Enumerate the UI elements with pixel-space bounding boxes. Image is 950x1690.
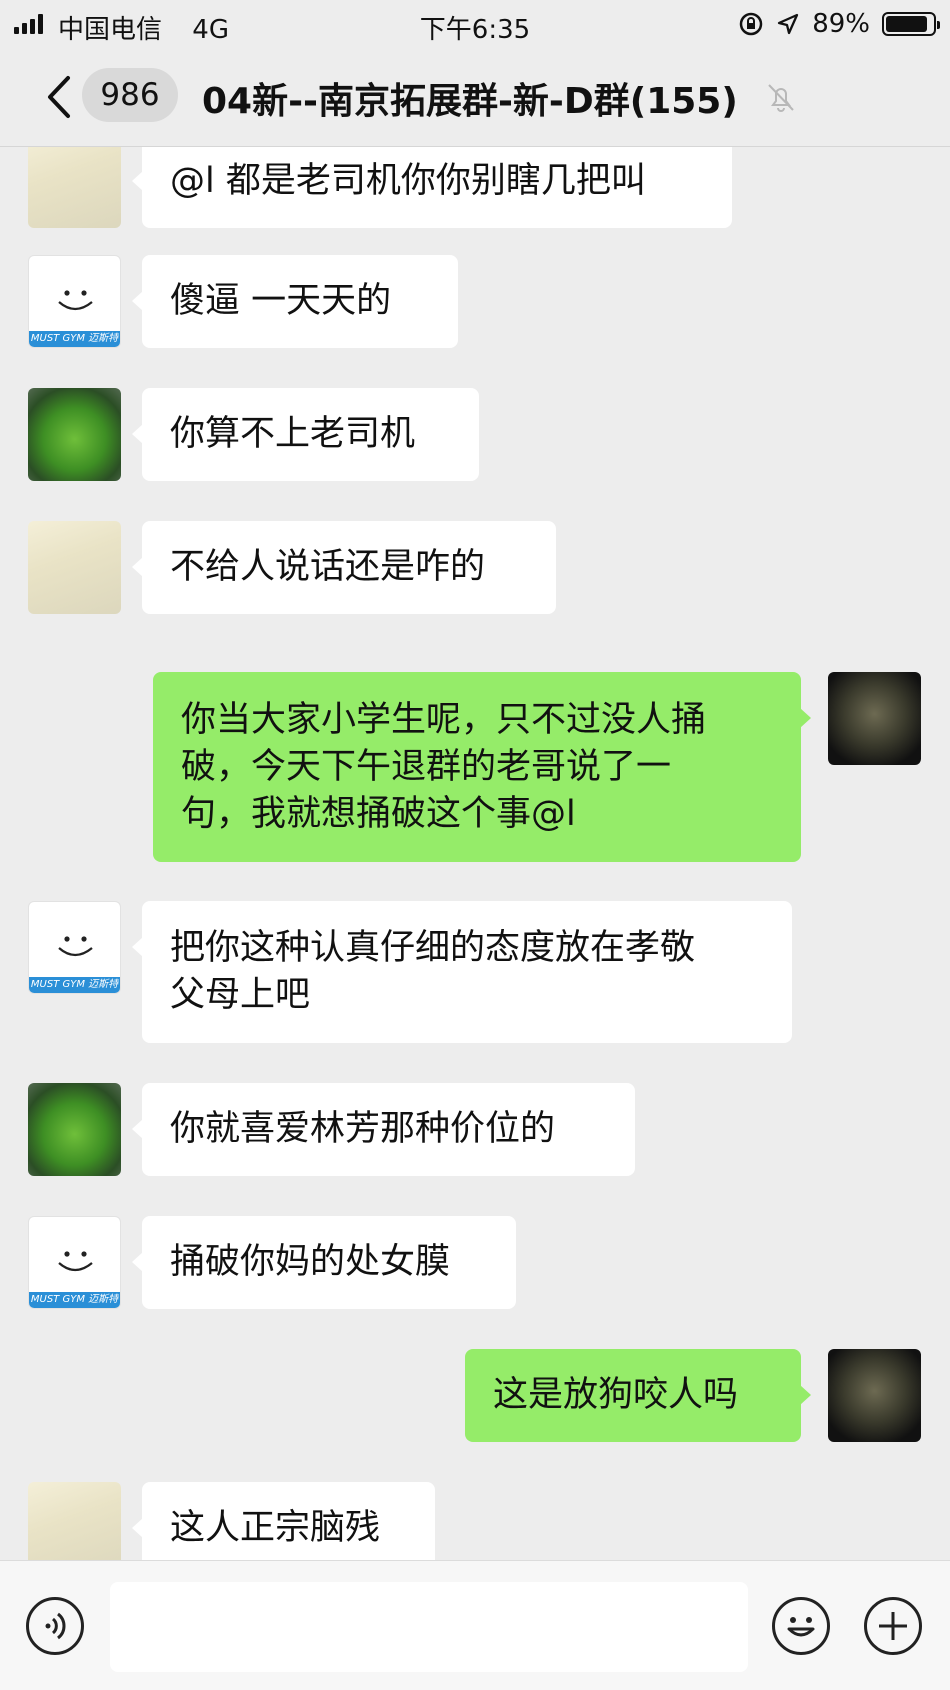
message-bubble[interactable]: 这人正宗脑残 [132,1482,435,1560]
incoming-message: 你就喜爱林芳那种价位的 [0,1083,950,1176]
status-bar: 中国电信 4G 下午6:35 89% [0,0,950,48]
gym-avatar-label: MUST GYM 迈斯特 [29,1292,120,1308]
more-options-plus-icon[interactable] [864,1597,922,1655]
message-bubble[interactable]: 这是放狗咬人吗 [465,1349,811,1442]
incoming-message: MUST GYM 迈斯特 把你这种认真仔细的态度放在孝敬 父母上吧 [0,901,950,1043]
gym-avatar-label: MUST GYM 迈斯特 [29,977,120,993]
unread-count-badge[interactable]: 986 [82,68,178,122]
message-list[interactable]: @l 都是老司机你你别瞎几把叫 MUST GYM 迈斯特 傻逼 一天天的 你算不上老司… [0,147,950,1560]
plant-avatar[interactable] [28,388,121,481]
mute-bell-icon [768,84,794,112]
rotation-lock-icon [739,12,763,36]
outgoing-message: 这是放狗咬人吗 [0,1349,950,1442]
man-avatar[interactable] [828,672,921,765]
chat-header: 986 04新--南京拓展群-新-D群(155) [0,48,950,147]
message-bubble[interactable]: 把你这种认真仔细的态度放在孝敬 父母上吧 [132,901,792,1043]
man-avatar[interactable] [828,1349,921,1442]
message-bubble[interactable]: 傻逼 一天天的 [132,255,458,348]
location-arrow-icon [778,13,799,35]
gym-avatar[interactable]: MUST GYM 迈斯特 [28,1216,121,1309]
incoming-message: MUST GYM 迈斯特 傻逼 一天天的 [0,255,950,348]
incoming-message: 这人正宗脑残 [0,1482,950,1560]
message-bubble[interactable]: 你当大家小学生呢，只不过没人捅 破，今天下午退群的老哥说了一 句，我就想捅破这个… [153,672,811,862]
incoming-message: 你算不上老司机 [0,388,950,481]
emoji-icon[interactable] [772,1597,830,1655]
gym-avatar[interactable]: MUST GYM 迈斯特 [28,901,121,994]
message-bubble[interactable]: 你就喜爱林芳那种价位的 [132,1083,635,1176]
message-bubble[interactable]: @l 都是老司机你你别瞎几把叫 [132,147,732,228]
battery-percent: 89% [812,9,870,39]
incoming-message: 不给人说话还是咋的 [0,521,950,614]
incoming-message: MUST GYM 迈斯特 捅破你妈的处女膜 [0,1216,950,1309]
status-right: 89% [738,8,940,40]
plant-avatar[interactable] [28,1083,121,1176]
chat-title: 04新--南京拓展群-新-D群(155) [202,81,738,122]
gym-avatar[interactable]: MUST GYM 迈斯特 [28,255,121,348]
gym-avatar-label: MUST GYM 迈斯特 [29,331,120,347]
input-bar [0,1560,950,1690]
outgoing-message: 你当大家小学生呢，只不过没人捅 破，今天下午退群的老哥说了一 句，我就想捅破这个… [0,672,950,862]
incoming-message: @l 都是老司机你你别瞎几把叫 [0,147,950,228]
anime-avatar[interactable] [28,147,121,228]
message-bubble[interactable]: 你算不上老司机 [132,388,479,481]
anime-avatar[interactable] [28,1482,121,1560]
battery-icon [882,12,940,36]
message-bubble[interactable]: 不给人说话还是咋的 [132,521,556,614]
message-bubble[interactable]: 捅破你妈的处女膜 [132,1216,516,1309]
voice-input-icon[interactable] [26,1597,84,1655]
message-input[interactable] [110,1582,748,1672]
anime-avatar[interactable] [28,521,121,614]
back-chevron-icon[interactable] [40,74,80,120]
